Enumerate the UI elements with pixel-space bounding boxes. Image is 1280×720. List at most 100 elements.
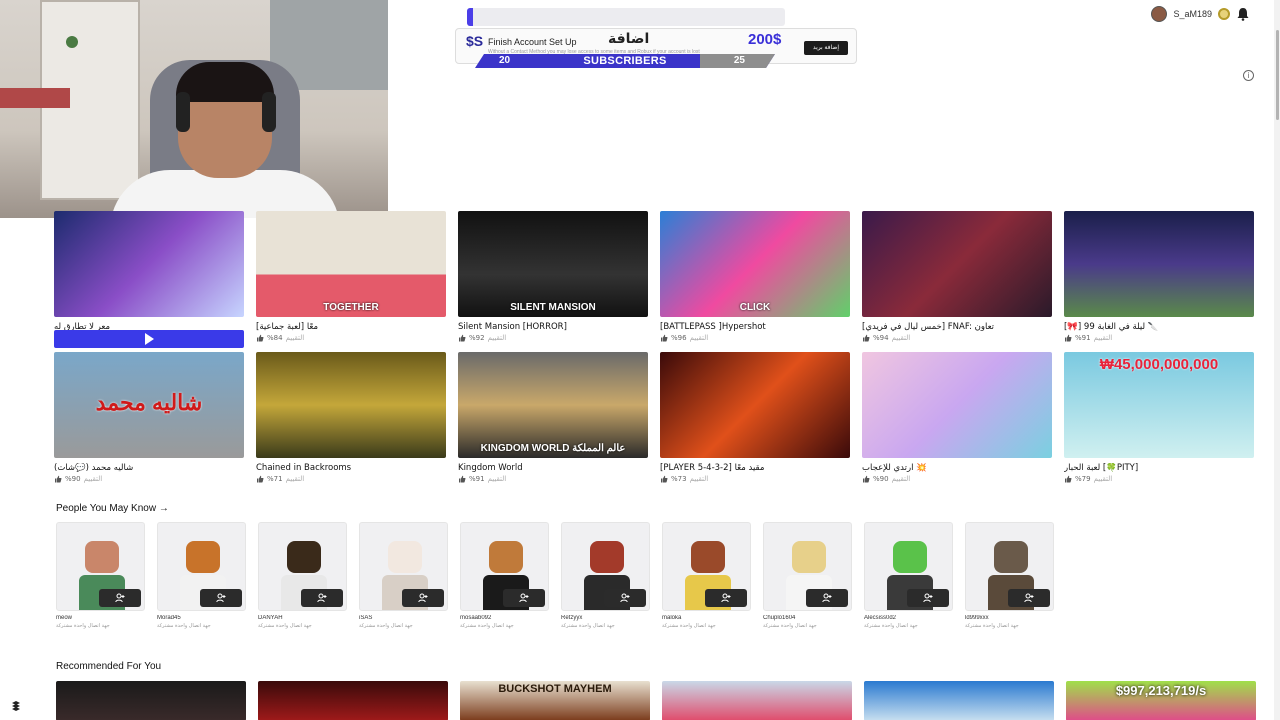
recommended-game-card[interactable] <box>662 681 852 720</box>
person-avatar[interactable] <box>359 522 448 611</box>
scrollbar-thumb[interactable] <box>1276 30 1279 120</box>
person-name[interactable]: maloka <box>662 615 751 621</box>
add-email-button[interactable]: إضافة بريد <box>804 41 848 55</box>
person-avatar[interactable] <box>864 522 953 611</box>
game-card[interactable]: معر لا تطارق له%80التقييم <box>54 211 244 343</box>
taskbar-app-icon[interactable] <box>10 700 22 712</box>
person-card[interactable]: mosaab092 جهة اتصال واحدة مشتركة <box>460 522 549 629</box>
person-avatar[interactable] <box>763 522 852 611</box>
game-card[interactable]: ارتدي للإعجاب 💥 %90 التقييم <box>862 352 1052 484</box>
recommended-game-card[interactable] <box>258 681 448 720</box>
game-title[interactable]: Chained in Backrooms <box>256 463 446 473</box>
person-card[interactable]: Alecsiss0d2 جهة اتصال واحدة مشتركة <box>864 522 953 629</box>
recommended-section-title[interactable]: Recommended For You <box>56 661 161 672</box>
person-card[interactable]: maloka جهة اتصال واحدة مشتركة <box>662 522 751 629</box>
game-thumbnail[interactable] <box>1064 211 1254 317</box>
person-card[interactable]: Retzyyx جهة اتصال واحدة مشتركة <box>561 522 650 629</box>
game-thumbnail[interactable]: CLICK <box>660 211 850 317</box>
person-avatar[interactable] <box>157 522 246 611</box>
game-card[interactable]: KINGDOM WORLD عالم المملكة Kingdom World%… <box>458 352 648 484</box>
game-thumbnail[interactable]: ₩45,000,000,000 <box>1064 352 1254 458</box>
person-name[interactable]: mosaab092 <box>460 615 549 621</box>
game-title[interactable]: [خمس ليال في فريدي] FNAF: تعاون <box>862 322 1052 332</box>
game-title[interactable]: Kingdom World <box>458 463 648 473</box>
game-thumbnail[interactable]: SILENT MANSION <box>458 211 648 317</box>
game-title[interactable]: لعبة الحبار [🍀PITY] <box>1064 463 1254 473</box>
person-name[interactable]: ld999xxx <box>965 615 1054 621</box>
person-avatar[interactable] <box>561 522 650 611</box>
game-thumbnail[interactable] <box>862 211 1052 317</box>
username[interactable]: S_aM189 <box>1173 9 1212 19</box>
game-thumbnail[interactable]: TOGETHER <box>256 211 446 317</box>
play-icon[interactable] <box>144 333 154 345</box>
game-title[interactable]: [BATTLEPASS ]Hypershot <box>660 322 850 332</box>
video-progress-bar[interactable] <box>54 330 244 348</box>
recommended-game-card[interactable] <box>864 681 1054 720</box>
person-mutual-info: جهة اتصال واحدة مشتركة <box>359 623 413 629</box>
bell-icon[interactable] <box>1236 7 1250 21</box>
person-card[interactable]: meow جهة اتصال واحدة مشتركة <box>56 522 145 629</box>
person-card[interactable]: DANYAH جهة اتصال واحدة مشتركة <box>258 522 347 629</box>
game-title[interactable]: ارتدي للإعجاب 💥 <box>862 463 1052 473</box>
person-mutual-info: جهة اتصال واحدة مشتركة <box>157 623 211 629</box>
person-avatar[interactable] <box>965 522 1054 611</box>
person-name[interactable]: meow <box>56 615 145 621</box>
thumbs-up-icon <box>459 334 466 342</box>
game-thumbnail[interactable]: KINGDOM WORLD عالم المملكة <box>458 352 648 458</box>
add-friend-button[interactable] <box>806 589 848 607</box>
info-icon[interactable]: i <box>1243 70 1254 81</box>
add-friend-button[interactable] <box>503 589 545 607</box>
add-friend-button[interactable] <box>99 589 141 607</box>
person-card[interactable]: Morad45 جهة اتصال واحدة مشتركة <box>157 522 246 629</box>
game-title[interactable]: [PLAYER 5-4-3-2] مقيد معًا <box>660 463 850 473</box>
game-title[interactable]: Silent Mansion [HORROR] <box>458 322 648 332</box>
recommended-game-card[interactable] <box>56 681 246 720</box>
game-thumbnail[interactable] <box>660 352 850 458</box>
game-card[interactable]: Chained in Backrooms %71 التقييم <box>256 352 446 484</box>
person-name[interactable]: Retzyyx <box>561 615 650 621</box>
game-card[interactable]: شاليه محمد (شات💬) شاليه محمد %90 التقييم <box>54 330 244 484</box>
game-card[interactable]: CLICK [BATTLEPASS ]Hypershot %96 التقييم <box>660 211 850 343</box>
scrollbar[interactable] <box>1274 0 1280 720</box>
game-title[interactable]: [لعبة جماعية] معًا <box>256 322 446 332</box>
add-friend-button[interactable] <box>301 589 343 607</box>
person-avatar[interactable] <box>662 522 751 611</box>
game-thumbnail[interactable] <box>862 352 1052 458</box>
person-name[interactable]: DANYAH <box>258 615 347 621</box>
person-name[interactable]: Chuplo1604 <box>763 615 852 621</box>
person-avatar[interactable] <box>258 522 347 611</box>
add-friend-button[interactable] <box>604 589 646 607</box>
game-card[interactable]: [🎀] 99 ليلة في الغابة 🔪 %91 التقييم <box>1064 211 1254 343</box>
person-card[interactable]: Chuplo1604 جهة اتصال واحدة مشتركة <box>763 522 852 629</box>
add-friend-button[interactable] <box>907 589 949 607</box>
person-name[interactable]: Alecsiss0d2 <box>864 615 953 621</box>
game-card[interactable]: ₩45,000,000,000 لعبة الحبار [🍀PITY] %79 الت… <box>1064 352 1254 484</box>
add-friend-button[interactable] <box>705 589 747 607</box>
overlay-brand: $S <box>466 33 484 49</box>
game-title[interactable]: (شات💬) شاليه محمد <box>54 463 244 473</box>
game-thumbnail[interactable]: شاليه محمد <box>54 352 244 458</box>
rating-value: %91 <box>1075 334 1091 342</box>
add-friend-button[interactable] <box>1008 589 1050 607</box>
robux-icon[interactable] <box>1218 8 1230 20</box>
game-card[interactable]: [خمس ليال في فريدي] FNAF: تعاون %94 التقيي… <box>862 211 1052 343</box>
game-thumbnail[interactable] <box>256 352 446 458</box>
game-card[interactable]: TOGETHER [لعبة جماعية] معًا %84 التقييم <box>256 211 446 343</box>
game-card[interactable]: SILENT MANSION Silent Mansion [HORROR] %92… <box>458 211 648 343</box>
add-friend-button[interactable] <box>200 589 242 607</box>
person-name[interactable]: Morad45 <box>157 615 246 621</box>
person-avatar[interactable] <box>460 522 549 611</box>
recommended-game-card[interactable]: BUCKSHOT MAYHEM <box>460 681 650 720</box>
person-name[interactable]: iSAS <box>359 615 448 621</box>
recommended-game-card[interactable]: $997,213,719/s <box>1066 681 1256 720</box>
person-card[interactable]: iSAS جهة اتصال واحدة مشتركة <box>359 522 448 629</box>
game-title[interactable]: [🎀] 99 ليلة في الغابة 🔪 <box>1064 322 1254 332</box>
person-avatar[interactable] <box>56 522 145 611</box>
people-section-title[interactable]: People You May Know → <box>56 503 169 514</box>
user-avatar[interactable] <box>1151 6 1168 22</box>
game-thumbnail[interactable] <box>54 211 244 317</box>
game-card[interactable]: [PLAYER 5-4-3-2] مقيد معًا %73 التقييم <box>660 352 850 484</box>
person-card[interactable]: ld999xxx جهة اتصال واحدة مشتركة <box>965 522 1054 629</box>
thumbs-up-icon <box>257 475 264 483</box>
add-friend-button[interactable] <box>402 589 444 607</box>
